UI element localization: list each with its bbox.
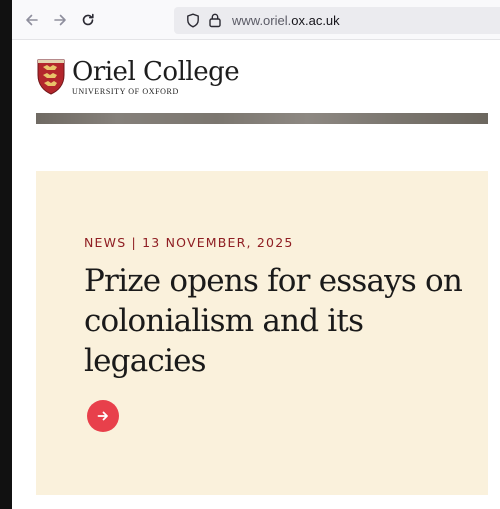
college-name: Oriel College bbox=[72, 57, 240, 87]
url-domain: ox.ac.uk bbox=[291, 13, 340, 28]
lock-icon[interactable] bbox=[208, 12, 222, 28]
url-text[interactable]: www.oriel.ox.ac.uk bbox=[232, 13, 340, 28]
news-card[interactable]: NEWS | 13 NOVEMBER, 2025 Prize opens for… bbox=[36, 171, 488, 495]
arrow-right-icon bbox=[97, 411, 108, 421]
crest-icon bbox=[37, 59, 65, 95]
reload-button[interactable] bbox=[76, 8, 100, 32]
shield-icon[interactable] bbox=[186, 13, 200, 28]
forward-button[interactable] bbox=[48, 8, 72, 32]
address-bar[interactable]: www.oriel.ox.ac.uk bbox=[174, 7, 500, 34]
reload-icon bbox=[82, 13, 94, 26]
page-content: Oriel College UNIVERSITY OF OXFORD NEWS … bbox=[12, 40, 500, 509]
read-more-button[interactable] bbox=[87, 400, 119, 432]
article-title[interactable]: Prize opens for essays on colonialism an… bbox=[84, 261, 464, 381]
college-logo[interactable]: Oriel College UNIVERSITY OF OXFORD bbox=[36, 57, 240, 96]
window-edge bbox=[0, 0, 12, 509]
back-button[interactable] bbox=[20, 8, 44, 32]
url-prefix: www.oriel. bbox=[232, 13, 292, 28]
news-meta: NEWS | 13 NOVEMBER, 2025 bbox=[84, 235, 294, 250]
forward-arrow-icon bbox=[54, 14, 66, 26]
university-name: UNIVERSITY OF OXFORD bbox=[72, 87, 179, 96]
hero-image bbox=[36, 113, 488, 124]
browser-toolbar: www.oriel.ox.ac.uk bbox=[12, 0, 500, 40]
back-arrow-icon bbox=[26, 14, 38, 26]
